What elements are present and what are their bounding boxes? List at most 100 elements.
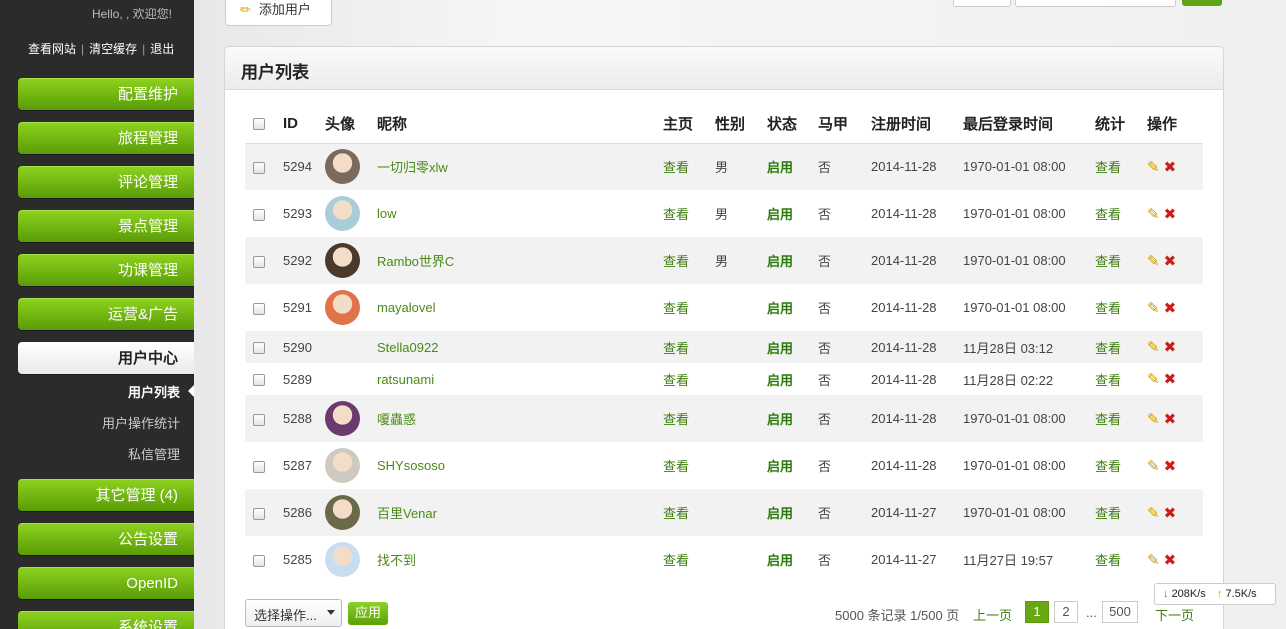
page-1-button[interactable]: 1 [1025,601,1049,623]
add-user-button[interactable]: ✏ 添加用户 [225,0,332,26]
stats-link[interactable]: 查看 [1095,143,1147,190]
select-all-checkbox[interactable] [253,118,265,131]
status-toggle[interactable]: 启用 [767,190,818,237]
avatar[interactable] [325,149,360,185]
delete-icon[interactable]: ✖ [1164,458,1177,475]
edit-icon[interactable]: ✎ [1147,505,1160,522]
user-nickname[interactable]: low [377,190,663,237]
home-link[interactable]: 查看 [663,237,715,284]
edit-icon[interactable]: ✎ [1147,552,1160,569]
menu-user-center[interactable]: 用户中心 [18,342,194,374]
row-checkbox[interactable] [253,460,265,473]
avatar[interactable] [325,448,360,483]
user-nickname[interactable]: Stella0922 [377,331,663,363]
home-link[interactable]: 查看 [663,143,715,190]
search-button[interactable] [1182,0,1222,6]
menu-system[interactable]: 系统设置 [18,611,194,629]
user-nickname[interactable]: mayalovel [377,284,663,331]
stats-link[interactable]: 查看 [1095,363,1147,395]
status-toggle[interactable]: 启用 [767,143,818,190]
home-link[interactable]: 查看 [663,442,715,489]
page-500-button[interactable]: 500 [1102,601,1138,623]
menu-notice[interactable]: 公告设置 [18,523,194,555]
user-nickname[interactable]: 嗄蟲惑 [377,395,663,442]
status-toggle[interactable]: 启用 [767,284,818,331]
avatar[interactable] [325,290,360,325]
edit-icon[interactable]: ✎ [1147,300,1160,317]
status-toggle[interactable]: 启用 [767,363,818,395]
row-checkbox[interactable] [253,374,265,387]
row-checkbox[interactable] [253,342,265,355]
submenu-user-stats[interactable]: 用户操作统计 [102,413,180,432]
delete-icon[interactable]: ✖ [1164,552,1177,569]
menu-trips[interactable]: 旅程管理 [18,122,194,154]
menu-other[interactable]: 其它管理 (4) [18,479,194,511]
row-checkbox[interactable] [253,302,265,315]
menu-config[interactable]: 配置维护 [18,78,194,110]
prev-page-link[interactable]: 上一页 [973,605,1012,624]
delete-icon[interactable]: ✖ [1164,339,1177,356]
edit-icon[interactable]: ✎ [1147,339,1160,356]
stats-link[interactable]: 查看 [1095,395,1147,442]
edit-icon[interactable]: ✎ [1147,411,1160,428]
stats-link[interactable]: 查看 [1095,489,1147,536]
status-toggle[interactable]: 启用 [767,536,818,583]
delete-icon[interactable]: ✖ [1164,159,1177,176]
avatar[interactable] [325,495,360,530]
next-page-link[interactable]: 下一页 [1155,605,1194,624]
menu-homework[interactable]: 功课管理 [18,254,194,286]
home-link[interactable]: 查看 [663,363,715,395]
status-toggle[interactable]: 启用 [767,395,818,442]
delete-icon[interactable]: ✖ [1164,206,1177,223]
logout-link[interactable]: 退出 [150,42,174,56]
user-nickname[interactable]: Rambo世界C [377,237,663,284]
apply-button[interactable]: 应用 [348,602,388,625]
view-site-link[interactable]: 查看网站 [28,42,76,56]
stats-link[interactable]: 查看 [1095,331,1147,363]
delete-icon[interactable]: ✖ [1164,505,1177,522]
bulk-action-select[interactable]: 选择操作... [245,599,342,627]
home-link[interactable]: 查看 [663,395,715,442]
delete-icon[interactable]: ✖ [1164,371,1177,388]
avatar[interactable] [325,542,360,577]
row-checkbox[interactable] [253,255,265,268]
row-checkbox[interactable] [253,554,265,567]
user-nickname[interactable]: 百里Venar [377,489,663,536]
home-link[interactable]: 查看 [663,489,715,536]
user-nickname[interactable]: ratsunami [377,363,663,395]
row-checkbox[interactable] [253,161,265,174]
menu-openid[interactable]: OpenID [18,567,194,599]
page-2-button[interactable]: 2 [1054,601,1078,623]
edit-icon[interactable]: ✎ [1147,253,1160,270]
user-nickname[interactable]: SHYsososo [377,442,663,489]
row-checkbox[interactable] [253,208,265,221]
stats-link[interactable]: 查看 [1095,284,1147,331]
search-type-select[interactable] [953,0,1011,7]
submenu-messages[interactable]: 私信管理 [128,444,180,463]
submenu-user-list[interactable]: 用户列表 [128,382,180,401]
home-link[interactable]: 查看 [663,331,715,363]
search-input[interactable] [1015,0,1176,7]
status-toggle[interactable]: 启用 [767,442,818,489]
status-toggle[interactable]: 启用 [767,331,818,363]
home-link[interactable]: 查看 [663,190,715,237]
status-toggle[interactable]: 启用 [767,489,818,536]
user-nickname[interactable]: 找不到 [377,536,663,583]
stats-link[interactable]: 查看 [1095,237,1147,284]
stats-link[interactable]: 查看 [1095,190,1147,237]
avatar[interactable] [325,243,360,278]
row-checkbox[interactable] [253,507,265,520]
avatar[interactable] [325,401,360,436]
home-link[interactable]: 查看 [663,284,715,331]
delete-icon[interactable]: ✖ [1164,411,1177,428]
delete-icon[interactable]: ✖ [1164,253,1177,270]
user-nickname[interactable]: 一切归零xlw [377,143,663,190]
edit-icon[interactable]: ✎ [1147,371,1160,388]
delete-icon[interactable]: ✖ [1164,300,1177,317]
row-checkbox[interactable] [253,413,265,426]
stats-link[interactable]: 查看 [1095,536,1147,583]
menu-sights[interactable]: 景点管理 [18,210,194,242]
status-toggle[interactable]: 启用 [767,237,818,284]
edit-icon[interactable]: ✎ [1147,206,1160,223]
menu-ops-ads[interactable]: 运营&广告 [18,298,194,330]
